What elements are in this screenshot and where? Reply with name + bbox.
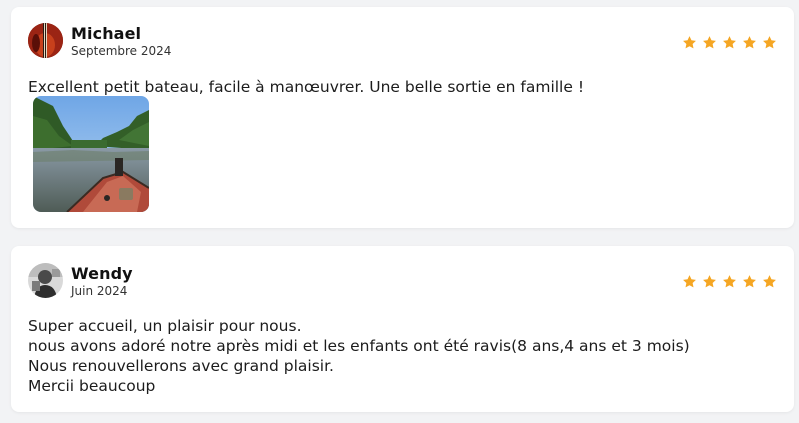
review-date: Juin 2024 — [71, 284, 128, 298]
star-rating — [682, 274, 777, 289]
reviewer-name: Michael — [71, 24, 142, 43]
star-icon — [742, 274, 757, 289]
star-icon — [682, 274, 697, 289]
review-text-line: Mercii beaucoup — [28, 377, 156, 395]
review-photo[interactable] — [33, 96, 149, 212]
reviewer-name: Wendy — [71, 264, 133, 283]
star-icon — [682, 35, 697, 50]
star-icon — [762, 35, 777, 50]
star-icon — [702, 35, 717, 50]
review-date: Septembre 2024 — [71, 44, 172, 58]
star-icon — [742, 35, 757, 50]
review-text: Super accueil, un plaisir pour nous. nou… — [28, 316, 777, 396]
star-rating — [682, 35, 777, 50]
review-text-line: Nous renouvellerons avec grand plaisir. — [28, 357, 334, 375]
avatar[interactable] — [28, 263, 63, 298]
review-text: Excellent petit bateau, facile à manœuvr… — [28, 77, 777, 97]
review-text-line: Excellent petit bateau, facile à manœuvr… — [28, 78, 585, 96]
star-icon — [722, 35, 737, 50]
review-card: Wendy Juin 2024 Super accueil, un plaisi… — [11, 246, 794, 412]
star-icon — [722, 274, 737, 289]
star-icon — [702, 274, 717, 289]
star-icon — [762, 274, 777, 289]
avatar[interactable] — [28, 23, 63, 58]
review-text-line: nous avons adoré notre après midi et les… — [28, 337, 690, 355]
review-text-line: Super accueil, un plaisir pour nous. — [28, 317, 302, 335]
review-card: Michael Septembre 2024 Excellent petit b… — [11, 7, 794, 228]
